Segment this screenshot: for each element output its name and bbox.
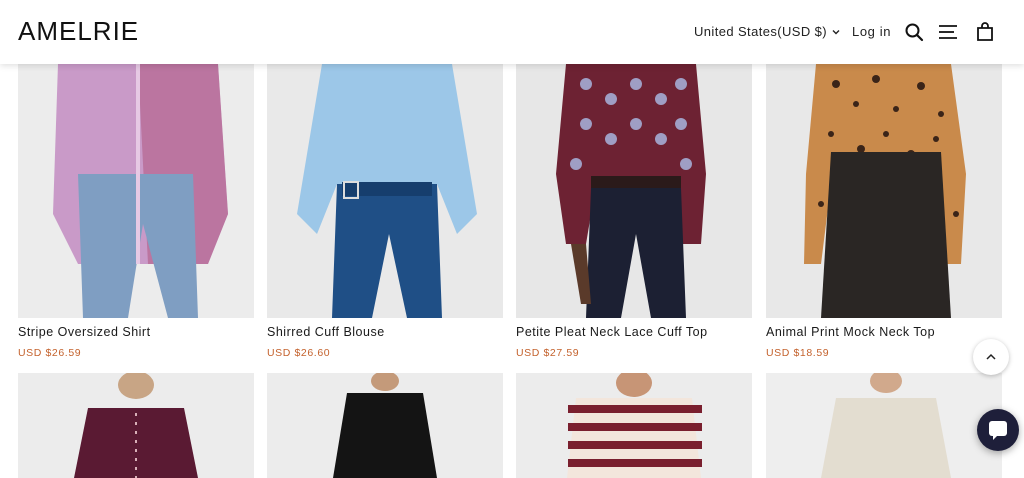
product-image[interactable] xyxy=(18,373,254,478)
cart-icon[interactable] xyxy=(975,22,995,42)
scroll-to-top-button[interactable] xyxy=(973,339,1009,375)
product-title[interactable]: Shirred Cuff Blouse xyxy=(267,325,385,339)
product-image[interactable] xyxy=(766,373,1002,478)
search-icon[interactable] xyxy=(904,22,924,42)
product-image[interactable] xyxy=(267,373,503,478)
product-title[interactable]: Petite Pleat Neck Lace Cuff Top xyxy=(516,325,708,339)
chat-icon xyxy=(989,421,1007,440)
product-image[interactable] xyxy=(267,64,503,318)
product-price: USD $18.59 xyxy=(766,347,830,359)
product-title[interactable]: Stripe Oversized Shirt xyxy=(18,325,151,339)
site-header: AMELRIE United States(USD $) Log in xyxy=(0,0,1024,64)
menu-icon[interactable] xyxy=(938,22,958,42)
product-price: USD $27.59 xyxy=(516,347,580,359)
product-image[interactable] xyxy=(516,64,752,318)
login-link[interactable]: Log in xyxy=(852,24,891,39)
chevron-down-icon xyxy=(832,29,840,34)
country-selector[interactable]: United States(USD $) xyxy=(694,24,841,39)
product-price: USD $26.59 xyxy=(18,347,82,359)
product-price: USD $26.60 xyxy=(267,347,331,359)
country-selector-label: United States(USD $) xyxy=(694,24,827,39)
chat-button[interactable] xyxy=(977,409,1019,451)
chevron-up-icon xyxy=(986,353,996,360)
brand-logo[interactable]: AMELRIE xyxy=(18,16,139,47)
product-image[interactable] xyxy=(18,64,254,318)
product-image[interactable] xyxy=(516,373,752,478)
product-title[interactable]: Animal Print Mock Neck Top xyxy=(766,325,935,339)
product-image[interactable] xyxy=(766,64,1002,318)
